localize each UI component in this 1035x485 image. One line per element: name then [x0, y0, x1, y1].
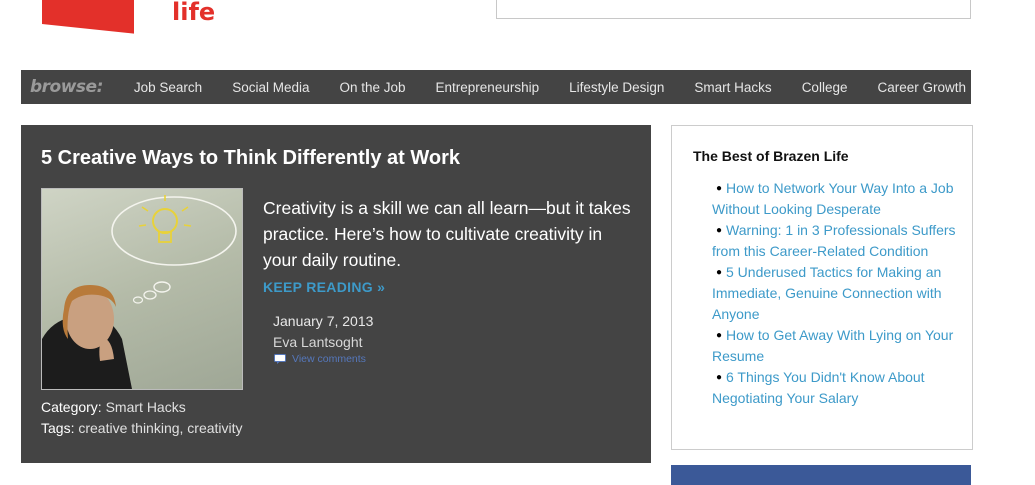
- keep-reading-link[interactable]: KEEP READING »: [263, 279, 385, 295]
- bullet-icon: ●: [715, 183, 723, 194]
- best-of-link[interactable]: How to Get Away With Lying on Your Resum…: [712, 327, 953, 364]
- tags-label: Tags:: [41, 420, 75, 436]
- comment-bubble-icon: [274, 354, 286, 364]
- featured-post: 5 Creative Ways to Think Differently at …: [21, 125, 651, 463]
- nav-item-entrepreneurship[interactable]: Entrepreneurship: [421, 80, 555, 95]
- search-input[interactable]: [496, 0, 971, 19]
- nav-item-smart-hacks[interactable]: Smart Hacks: [679, 80, 786, 95]
- post-date: January 7, 2013: [273, 313, 374, 329]
- best-of-link[interactable]: How to Network Your Way Into a Job Witho…: [712, 180, 953, 217]
- category-link[interactable]: Smart Hacks: [106, 399, 186, 415]
- nav-item-job-search[interactable]: Job Search: [119, 80, 217, 95]
- best-of-sidebar: The Best of Brazen Life ● How to Network …: [671, 125, 973, 450]
- post-thumbnail[interactable]: [41, 188, 243, 390]
- nav-item-college[interactable]: College: [787, 80, 863, 95]
- post-title[interactable]: 5 Creative Ways to Think Differently at …: [41, 147, 460, 170]
- nav-item-social-media[interactable]: Social Media: [217, 80, 324, 95]
- post-category: Category: Smart Hacks: [41, 399, 186, 415]
- list-item: ● Warning: 1 in 3 Professionals Suffers f…: [712, 220, 957, 262]
- best-of-link[interactable]: Warning: 1 in 3 Professionals Suffers fr…: [712, 222, 956, 259]
- thinking-woman-image: [42, 195, 237, 389]
- list-item: ● 5 Underused Tactics for Making an Immed…: [712, 262, 957, 325]
- sidebar-title: The Best of Brazen Life: [693, 148, 849, 164]
- bullet-icon: ●: [715, 225, 723, 236]
- post-author[interactable]: Eva Lantsoght: [273, 334, 363, 350]
- best-of-link[interactable]: 5 Underused Tactics for Making an Immedi…: [712, 264, 942, 322]
- post-tags: Tags: creative thinking, creativity: [41, 420, 243, 436]
- browse-nav-bar: browse: Job Search Social Media On the J…: [21, 70, 971, 104]
- logo-red-block: [42, 0, 134, 34]
- view-comments-link[interactable]: View comments: [292, 353, 366, 365]
- list-item: ● How to Network Your Way Into a Job With…: [712, 178, 957, 220]
- list-item: ● 6 Things You Didn't Know About Negotiat…: [712, 367, 957, 409]
- nav-item-career-growth[interactable]: Career Growth: [862, 80, 981, 95]
- category-label: Category:: [41, 399, 102, 415]
- best-of-link[interactable]: 6 Things You Didn't Know About Negotiati…: [712, 369, 925, 406]
- tags-links[interactable]: creative thinking, creativity: [78, 420, 242, 436]
- logo-text: life: [172, 0, 216, 26]
- list-item: ● How to Get Away With Lying on Your Resu…: [712, 325, 957, 367]
- bullet-icon: ●: [715, 372, 723, 383]
- best-of-list: ● How to Network Your Way Into a Job With…: [712, 178, 957, 409]
- post-comments: View comments: [274, 353, 366, 365]
- nav-item-on-the-job[interactable]: On the Job: [324, 80, 420, 95]
- site-logo[interactable]: life: [42, 0, 215, 34]
- browse-label: browse:: [30, 77, 103, 97]
- bullet-icon: ●: [715, 267, 723, 278]
- bullet-icon: ●: [715, 330, 723, 341]
- nav-item-lifestyle-design[interactable]: Lifestyle Design: [554, 80, 679, 95]
- facebook-widget-strip[interactable]: [671, 465, 971, 485]
- post-excerpt: Creativity is a skill we can all learn—b…: [263, 198, 631, 270]
